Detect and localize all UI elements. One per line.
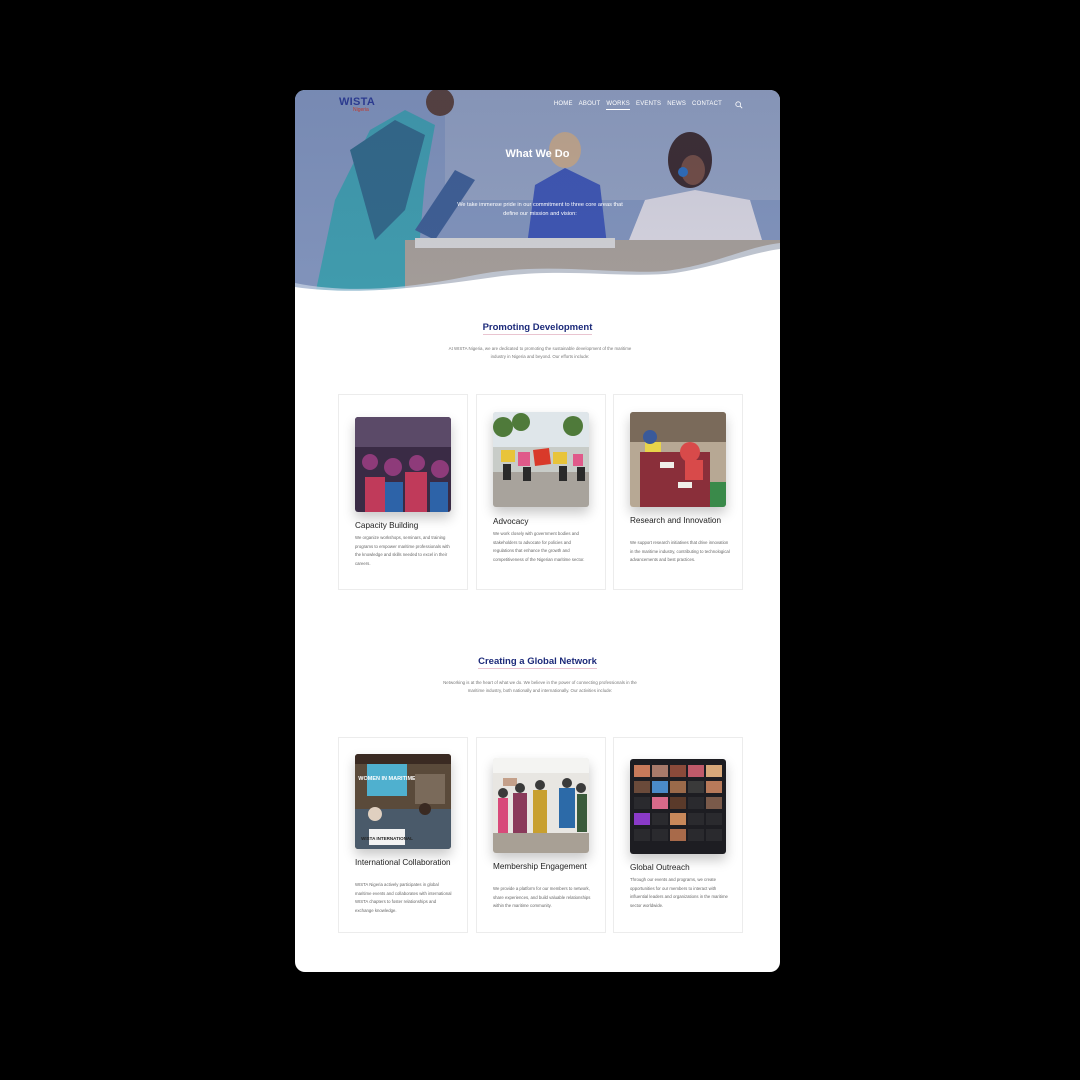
- card-title: Membership Engagement: [493, 862, 587, 871]
- hero-subtitle: We take immense pride in our commitment …: [457, 202, 623, 217]
- card-text: We work closely with government bodies a…: [493, 531, 585, 562]
- hero-wave-divider: [295, 243, 780, 295]
- card-image-membership: [493, 758, 589, 853]
- card-title: Advocacy: [493, 517, 529, 526]
- section-description-global-network: Networking is at the heart of what we do…: [443, 680, 637, 693]
- logo-subtitle: Nigeria: [353, 107, 369, 113]
- card-title: Capacity Building: [355, 521, 419, 530]
- nav-contact[interactable]: CONTACT: [692, 101, 722, 110]
- section-title-promoting-development: Promoting Development: [482, 322, 593, 335]
- card-membership-engagement: Membership Engagement We provide a platf…: [476, 737, 606, 933]
- card-image-advocacy: [493, 412, 589, 507]
- image-sign-text: WISTA INTERNATIONAL: [361, 836, 413, 841]
- card-title: Research and Innovation: [630, 516, 722, 525]
- hero-banner: WISTA Nigeria HOME ABOUT WORKS EVENTS NE…: [295, 90, 780, 295]
- card-global-outreach: Global Outreach Through our events and p…: [613, 737, 743, 933]
- nav-events[interactable]: EVENTS: [636, 101, 661, 110]
- card-text: We provide a platform for our members to…: [493, 886, 591, 909]
- nav-home[interactable]: HOME: [554, 101, 573, 110]
- nav-works[interactable]: WORKS: [606, 101, 631, 110]
- card-title: Global Outreach: [630, 863, 690, 872]
- card-image-capacity-building: [355, 417, 451, 512]
- page-frame: WISTA Nigeria HOME ABOUT WORKS EVENTS NE…: [295, 90, 780, 972]
- card-image-outreach: [630, 759, 726, 854]
- card-advocacy: Advocacy We work closely with government…: [476, 394, 606, 590]
- card-image-research: [630, 412, 726, 507]
- nav-news[interactable]: NEWS: [667, 101, 686, 110]
- card-research-innovation: Research and Innovation We support resea…: [613, 394, 743, 590]
- nav-about[interactable]: ABOUT: [579, 101, 601, 110]
- card-title: International Collaboration: [355, 858, 451, 867]
- card-text: We support research initiatives that dri…: [630, 540, 730, 563]
- image-banner-text: WOMEN IN MARITIME: [358, 776, 416, 782]
- main-nav: HOME ABOUT WORKS EVENTS NEWS CONTACT: [554, 101, 722, 110]
- card-image-international: WOMEN IN MARITIME WISTA INTERNATIONAL: [355, 754, 451, 849]
- page-title: What We Do: [505, 148, 570, 160]
- card-capacity-building: Capacity Building We organize workshops,…: [338, 394, 468, 590]
- card-text: WISTA Nigeria actively participates in g…: [355, 882, 452, 913]
- card-international-collaboration: WOMEN IN MARITIME WISTA INTERNATIONAL In…: [338, 737, 468, 933]
- search-icon[interactable]: [735, 101, 743, 109]
- section-title-global-network: Creating a Global Network: [478, 656, 597, 669]
- section-description-promoting-development: At WISTA Nigeria, we are dedicated to pr…: [448, 346, 632, 359]
- card-text: Through our events and programs, we crea…: [630, 877, 728, 908]
- card-text: We organize workshops, seminars, and tra…: [355, 535, 450, 566]
